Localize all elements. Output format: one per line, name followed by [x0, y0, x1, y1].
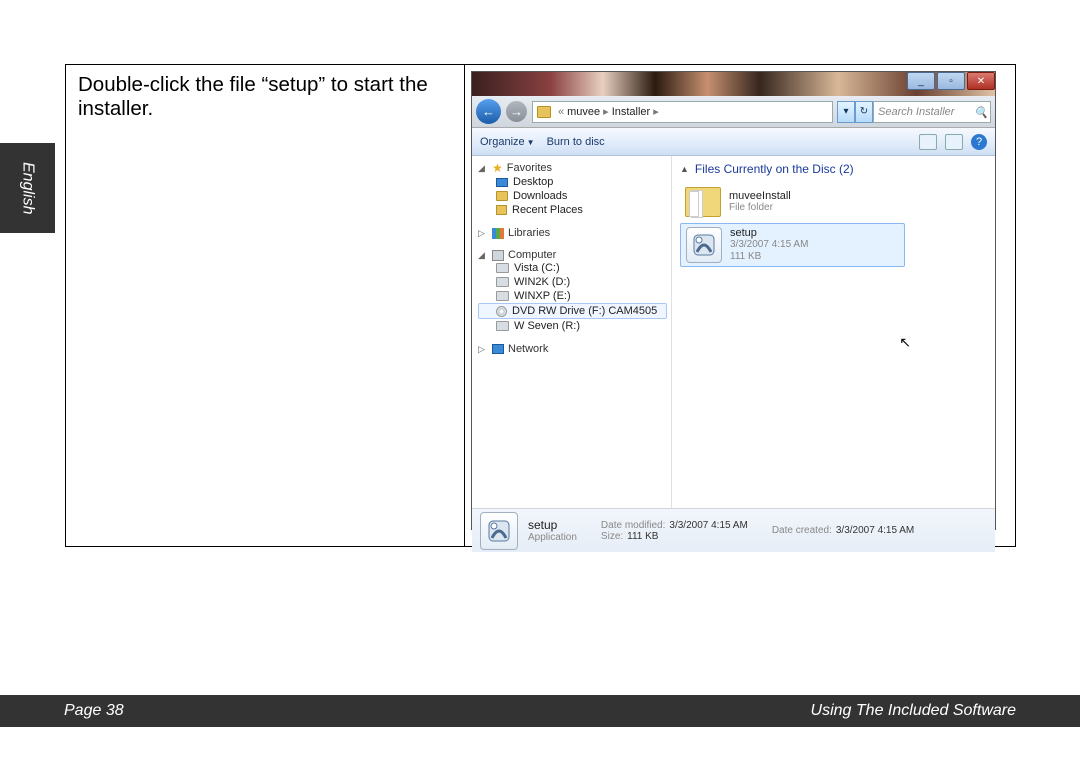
content-header: ▲Files Currently on the Disc (2) [680, 162, 987, 176]
forward-button[interactable]: → [506, 101, 527, 122]
breadcrumb-arrow2: ▸ [653, 105, 659, 118]
sidebar-desktop[interactable]: Desktop [513, 176, 553, 188]
details-size-label: Size: [601, 531, 623, 542]
instruction-table: Double-click the file “setup” to start t… [65, 64, 1016, 547]
address-dropdown[interactable]: ▾ [837, 101, 855, 123]
file-setup[interactable]: setup 3/3/2007 4:15 AM 111 KB ↖ [680, 223, 905, 267]
sidebar-wseven[interactable]: W Seven (R:) [514, 320, 580, 332]
search-placeholder: Search Installer [878, 106, 954, 118]
breadcrumb-installer[interactable]: Installer [612, 106, 651, 118]
explorer-window: _ ▫ ✕ ← → « muvee ▸ Installer ▸ ▾ ↻ [471, 71, 996, 530]
disc-icon [496, 306, 507, 317]
window-buttons: _ ▫ ✕ [905, 72, 995, 90]
file-muveeinstall[interactable]: muveeInstall File folder [680, 184, 905, 220]
refresh-button[interactable]: ↻ [855, 101, 873, 123]
back-button[interactable]: ← [476, 99, 501, 124]
details-name: setup [528, 518, 577, 532]
desktop-icon [496, 178, 508, 187]
details-type: Application [528, 532, 577, 543]
breadcrumb-prefix: « [558, 106, 564, 118]
sidebar-libraries[interactable]: Libraries [508, 227, 550, 239]
sidebar-winxp[interactable]: WINXP (E:) [514, 290, 571, 302]
star-icon: ★ [492, 161, 503, 175]
sidebar-downloads[interactable]: Downloads [513, 190, 567, 202]
folder-icon [496, 191, 508, 201]
address-bar[interactable]: « muvee ▸ Installer ▸ [532, 101, 833, 123]
language-label: English [19, 162, 37, 214]
body-area: ◢★Favorites Desktop Downloads Recent Pla… [472, 156, 995, 508]
details-pane: setup Application Date modified: 3/3/2007… [472, 508, 995, 552]
details-size-val: 111 KB [627, 531, 658, 542]
folder-icon [537, 106, 551, 118]
search-icon: 🔍 [974, 106, 986, 118]
details-created-val: 3/3/2007 4:15 AM [836, 525, 914, 536]
folder-icon [685, 187, 721, 217]
search-box[interactable]: Search Installer 🔍 [873, 101, 991, 123]
setup-icon [480, 512, 518, 550]
close-button[interactable]: ✕ [967, 72, 995, 90]
libraries-icon [492, 228, 504, 239]
view-options-icon[interactable] [919, 134, 937, 150]
burn-action[interactable]: Burn to disc [547, 136, 605, 148]
preview-pane-icon[interactable] [945, 134, 963, 150]
organize-menu[interactable]: Organize▼ [480, 136, 535, 148]
setup-icon [686, 227, 722, 263]
sidebar-favorites[interactable]: Favorites [507, 162, 552, 174]
footer-page: Page 38 [64, 702, 124, 720]
toolbar: Organize▼ Burn to disc ? [472, 128, 995, 156]
network-icon [492, 344, 504, 354]
minimize-button[interactable]: _ [907, 72, 935, 90]
sidebar-vista[interactable]: Vista (C:) [514, 262, 560, 274]
details-created-label: Date created: [772, 525, 832, 536]
drive-icon [496, 263, 509, 273]
breadcrumb-muvee[interactable]: muvee [567, 106, 600, 118]
breadcrumb-arrow1: ▸ [603, 105, 609, 118]
sidebar-win2k[interactable]: WIN2K (D:) [514, 276, 570, 288]
titlebar: _ ▫ ✕ [472, 72, 995, 96]
recent-icon [496, 205, 507, 215]
help-icon[interactable]: ? [971, 134, 987, 150]
language-tab: English [0, 143, 55, 233]
drive-icon [496, 291, 509, 301]
cursor-icon: ↖ [899, 334, 911, 351]
nav-sidebar: ◢★Favorites Desktop Downloads Recent Pla… [472, 156, 672, 508]
sidebar-recent[interactable]: Recent Places [512, 204, 583, 216]
instruction-text: Double-click the file “setup” to start t… [66, 65, 465, 546]
footer-section: Using The Included Software [811, 702, 1016, 720]
drive-icon [496, 321, 509, 331]
details-mod-label: Date modified: [601, 520, 665, 531]
page-footer: Page 38 Using The Included Software [0, 695, 1080, 727]
sidebar-computer[interactable]: Computer [508, 249, 556, 261]
nav-bar: ← → « muvee ▸ Installer ▸ ▾ ↻ Search Ins… [472, 96, 995, 128]
computer-icon [492, 250, 504, 261]
sidebar-dvd[interactable]: DVD RW Drive (F:) CAM4505 [512, 305, 657, 317]
maximize-button[interactable]: ▫ [937, 72, 965, 90]
drive-icon [496, 277, 509, 287]
sidebar-network[interactable]: Network [508, 343, 548, 355]
file-content: ▲Files Currently on the Disc (2) muveeIn… [672, 156, 995, 508]
details-mod-val: 3/3/2007 4:15 AM [669, 520, 747, 531]
screenshot-cell: _ ▫ ✕ ← → « muvee ▸ Installer ▸ ▾ ↻ [465, 65, 1015, 546]
